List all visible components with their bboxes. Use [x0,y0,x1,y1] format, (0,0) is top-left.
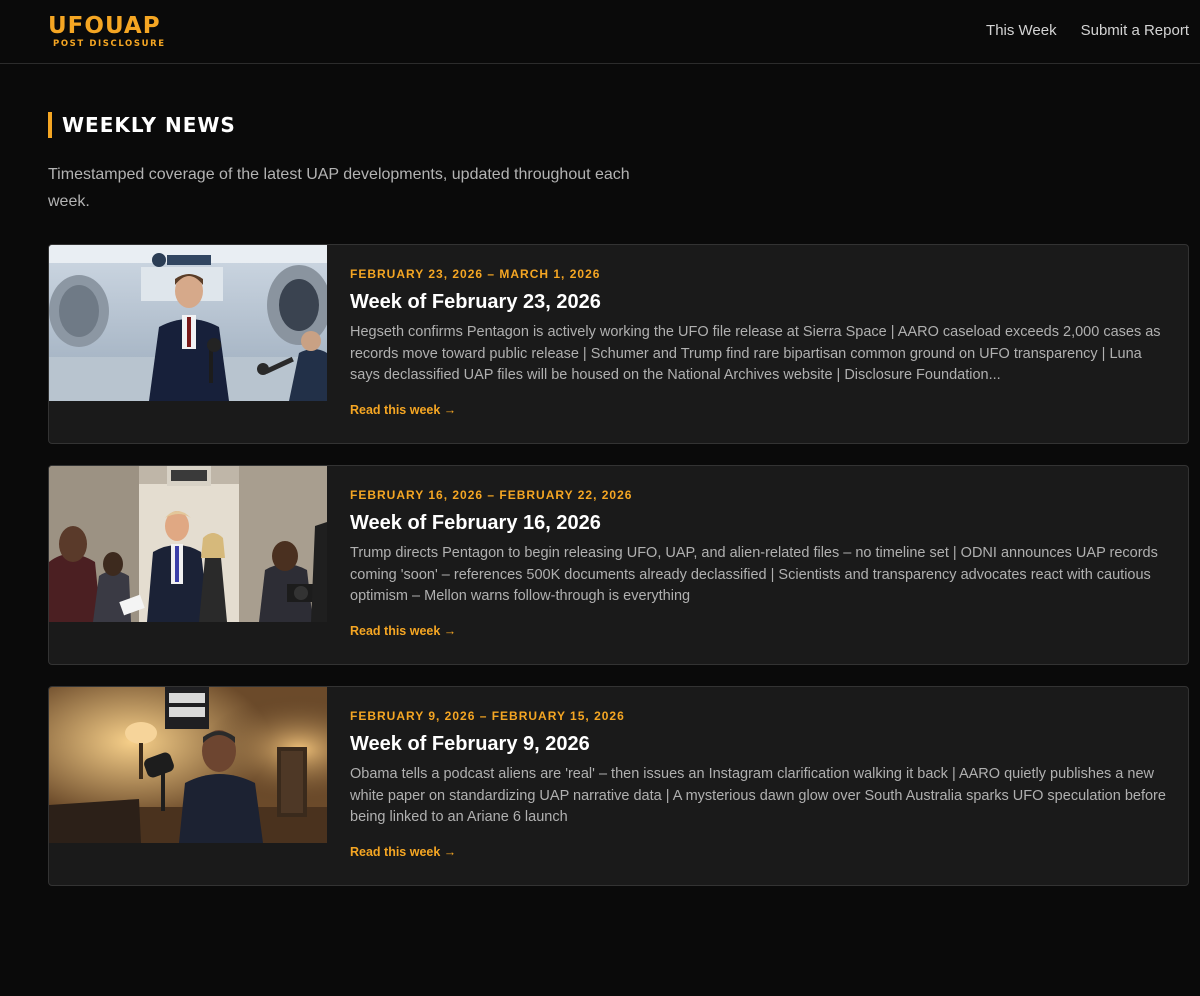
week-card[interactable]: FEBRUARY 16, 2026 – FEBRUARY 22, 2026 We… [48,465,1189,665]
week-date-range: FEBRUARY 23, 2026 – MARCH 1, 2026 [350,267,601,281]
main-nav: This Week Submit a Report [986,22,1189,39]
week-date-range: FEBRUARY 9, 2026 – FEBRUARY 15, 2026 [350,709,625,723]
week-title[interactable]: Week of February 23, 2026 [350,288,1166,316]
nav-link-submit-report[interactable]: Submit a Report [1081,22,1189,39]
site-logo[interactable]: UFOUAP POST DISCLOSURE [48,13,168,49]
week-thumbnail-image[interactable] [49,245,327,401]
logo-tagline: POST DISCLOSURE [53,39,166,49]
week-thumbnail-image[interactable] [49,687,327,843]
week-card[interactable]: FEBRUARY 9, 2026 – FEBRUARY 15, 2026 Wee… [48,686,1189,886]
week-summary: Trump directs Pentagon to begin releasin… [350,545,1158,605]
section-header: WEEKLY NEWS [48,112,236,138]
week-summary: Hegseth confirms Pentagon is actively wo… [350,324,1161,384]
week-thumbnail-image[interactable] [49,466,327,622]
read-this-week-link[interactable]: Read this week → [350,845,456,859]
top-navigation-bar: UFOUAP POST DISCLOSURE This Week Submit … [0,0,1200,64]
nav-link-this-week[interactable]: This Week [986,22,1057,39]
page-description: Timestamped coverage of the latest UAP d… [48,166,630,210]
weekly-news-list: FEBRUARY 23, 2026 – MARCH 1, 2026 Week o… [48,244,1189,907]
read-this-week-link[interactable]: Read this week → [350,403,456,417]
week-card[interactable]: FEBRUARY 23, 2026 – MARCH 1, 2026 Week o… [48,244,1189,444]
week-summary: Obama tells a podcast aliens are 'real' … [350,766,1166,826]
page-title: WEEKLY NEWS [62,113,236,137]
read-this-week-link[interactable]: Read this week → [350,624,456,638]
logo-wordmark: UFOUAP [48,13,161,39]
week-date-range: FEBRUARY 16, 2026 – FEBRUARY 22, 2026 [350,488,633,502]
week-title[interactable]: Week of February 9, 2026 [350,730,1166,758]
week-title[interactable]: Week of February 16, 2026 [350,509,1166,537]
